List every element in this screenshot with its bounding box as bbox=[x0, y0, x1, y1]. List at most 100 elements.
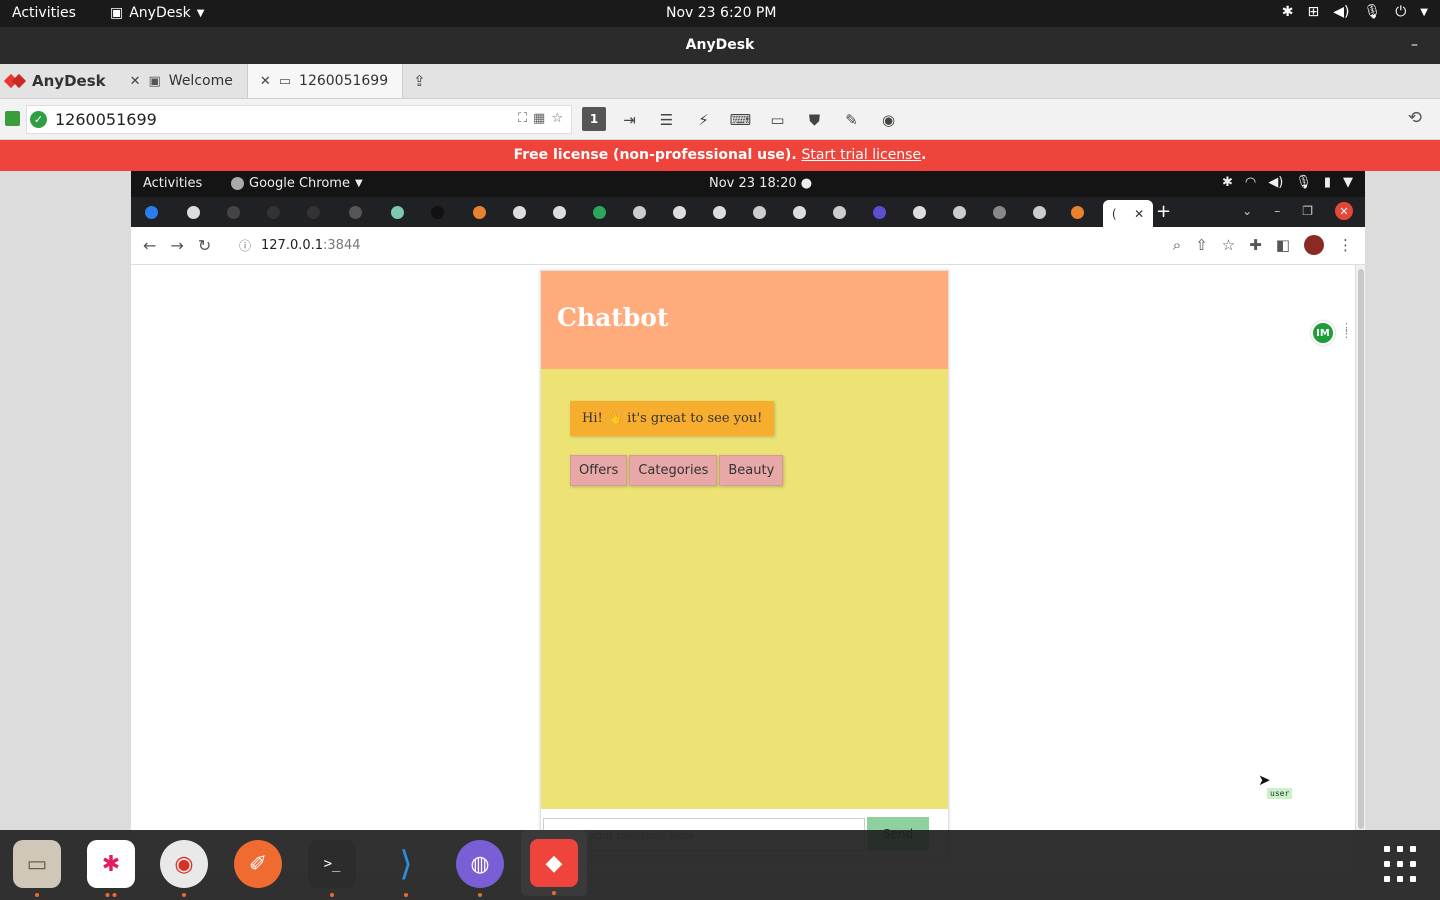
offers-button[interactable]: Offers bbox=[570, 455, 628, 486]
chrome-tab[interactable] bbox=[1071, 203, 1103, 221]
chrome-tab[interactable] bbox=[473, 203, 505, 221]
chrome-tab-active[interactable]: ( ✕ bbox=[1103, 200, 1153, 227]
share-icon[interactable]: ⇧ bbox=[1195, 236, 1208, 254]
chrome-tab[interactable] bbox=[953, 203, 985, 221]
remote-clock[interactable]: Nov 23 18:20 ● bbox=[709, 176, 812, 191]
chrome-tab[interactable] bbox=[227, 203, 259, 221]
minimize-icon[interactable]: – bbox=[1411, 27, 1418, 64]
start-trial-link[interactable]: Start trial license bbox=[802, 147, 922, 163]
side-panel-icon[interactable]: ◧ bbox=[1276, 236, 1290, 254]
slack-icon[interactable]: ✱ bbox=[87, 840, 135, 897]
site-info-icon[interactable]: ⓘ bbox=[239, 237, 251, 254]
postman-icon[interactable]: ✐ bbox=[234, 840, 282, 888]
slack-tray-icon[interactable]: ✱ bbox=[1282, 4, 1294, 20]
chrome-tab[interactable] bbox=[513, 203, 545, 221]
chrome-tab[interactable] bbox=[391, 203, 423, 221]
chrome-tab[interactable] bbox=[633, 203, 665, 221]
tab-session[interactable]: ✕ ▭ 1260051699 bbox=[246, 64, 404, 98]
extensions-icon[interactable]: ✚ bbox=[1249, 236, 1262, 254]
chrome-tab[interactable] bbox=[753, 203, 785, 221]
beauty-button[interactable]: Beauty bbox=[719, 455, 784, 486]
files-icon[interactable]: ▭ bbox=[13, 840, 61, 897]
system-tray[interactable]: ✱ ⊞ ◀) 🎙 ⏻ ▼ bbox=[1282, 4, 1428, 20]
anydesk-logo[interactable]: AnyDesk bbox=[0, 64, 118, 98]
chrome-tab[interactable] bbox=[267, 203, 299, 221]
activities-button[interactable]: Activities bbox=[12, 5, 76, 21]
reload-icon[interactable]: ↻ bbox=[198, 236, 211, 255]
tab-search-icon[interactable]: ⌄ bbox=[1242, 204, 1252, 218]
microphone-icon[interactable]: 🎙 bbox=[1295, 175, 1312, 190]
microphone-icon[interactable]: 🎙 bbox=[1363, 4, 1381, 20]
monitor-select-button[interactable]: 1 bbox=[582, 107, 606, 131]
power-icon[interactable]: ⏻ bbox=[1395, 4, 1406, 20]
chrome-tab[interactable] bbox=[833, 203, 865, 221]
zoom-icon[interactable]: ⌕ bbox=[1173, 236, 1181, 254]
chevron-down-icon[interactable]: ▼ bbox=[1343, 175, 1353, 190]
chrome-tab[interactable] bbox=[873, 203, 905, 221]
system-clock[interactable]: Nov 23 6:20 PM bbox=[666, 5, 776, 21]
remote-tray[interactable]: ✱ ◠ ◀) 🎙 ▮ ▼ bbox=[1222, 175, 1353, 190]
slack-tray-icon[interactable]: ✱ bbox=[1222, 175, 1233, 190]
tab-welcome[interactable]: ✕ ▣ Welcome bbox=[118, 64, 247, 98]
whiteboard-button[interactable]: ✎ bbox=[838, 106, 865, 133]
terminal-icon[interactable]: >_ bbox=[308, 840, 356, 897]
bookmark-star-icon[interactable]: ☆ bbox=[1222, 236, 1235, 254]
app-menu[interactable]: ▣ AnyDesk ▼ bbox=[110, 5, 204, 21]
wifi-icon[interactable]: ◠ bbox=[1245, 175, 1256, 190]
restore-icon[interactable]: ❐ bbox=[1302, 204, 1313, 218]
chrome-tab[interactable] bbox=[349, 203, 381, 221]
screenshot-icon[interactable]: ⛶ bbox=[518, 111, 527, 126]
vscode-icon[interactable]: ⟩ bbox=[382, 840, 430, 897]
volume-icon[interactable]: ◀) bbox=[1333, 4, 1349, 20]
history-icon[interactable]: ⟲ bbox=[1408, 108, 1422, 128]
anydesk-dock-icon[interactable]: ◆ bbox=[521, 830, 587, 896]
chrome-icon[interactable]: ◉ bbox=[160, 840, 208, 897]
file-transfer-button[interactable]: ⇥ bbox=[616, 106, 643, 133]
chat-button[interactable]: ☰ bbox=[653, 106, 680, 133]
chrome-tab[interactable] bbox=[553, 203, 585, 221]
im-extension-badge[interactable]: IM bbox=[1311, 321, 1335, 345]
forward-icon[interactable]: → bbox=[170, 236, 183, 255]
network-icon[interactable]: ⊞ bbox=[1307, 4, 1319, 20]
categories-button[interactable]: Categories bbox=[629, 455, 718, 486]
volume-icon[interactable]: ◀) bbox=[1268, 175, 1283, 190]
drag-handle-icon[interactable]: ⋮ ⋮ bbox=[1341, 322, 1352, 339]
chrome-tab[interactable] bbox=[431, 203, 463, 221]
scrollbar-thumb[interactable] bbox=[1358, 269, 1364, 829]
chrome-tab[interactable] bbox=[993, 203, 1025, 221]
menu-icon[interactable]: ⋮ bbox=[1338, 236, 1353, 254]
record-button[interactable]: ◉ bbox=[875, 106, 902, 133]
session-icon[interactable]: ▦ bbox=[533, 111, 545, 126]
browser-globe-icon[interactable]: ◍ bbox=[456, 840, 504, 897]
new-tab-button[interactable]: + bbox=[1156, 201, 1171, 222]
battery-icon[interactable]: ▮ bbox=[1324, 175, 1331, 190]
minimize-icon[interactable]: – bbox=[1274, 204, 1280, 218]
file-transfer-icon[interactable]: ⇪ bbox=[403, 64, 436, 98]
keyboard-button[interactable]: ⌨ bbox=[727, 106, 754, 133]
actions-button[interactable]: ⚡ bbox=[690, 106, 717, 133]
permissions-button[interactable]: ⛊ bbox=[801, 106, 828, 133]
chrome-tab[interactable] bbox=[713, 203, 745, 221]
close-window-icon[interactable]: ✕ bbox=[1335, 202, 1353, 220]
page-scrollbar[interactable] bbox=[1355, 265, 1365, 871]
chrome-tab[interactable] bbox=[1033, 203, 1065, 221]
display-button[interactable]: ▭ bbox=[764, 106, 791, 133]
back-icon[interactable]: ← bbox=[143, 236, 156, 255]
remote-app-menu[interactable]: Google Chrome ▼ bbox=[231, 176, 363, 191]
show-apps-icon[interactable] bbox=[1384, 846, 1422, 884]
close-icon[interactable]: ✕ bbox=[260, 74, 271, 89]
url-bar[interactable]: 127.0.0.1:3844 bbox=[261, 238, 361, 253]
address-field[interactable]: ✓ 1260051699 ⛶ ▦ ☆ bbox=[26, 105, 572, 134]
chrome-tab[interactable] bbox=[307, 203, 339, 221]
profile-avatar[interactable] bbox=[1304, 235, 1324, 255]
favorite-icon[interactable]: ☆ bbox=[551, 111, 563, 126]
remote-screen[interactable]: Activities Google Chrome ▼ Nov 23 18:20 … bbox=[131, 171, 1365, 871]
remote-activities[interactable]: Activities bbox=[143, 176, 202, 191]
chrome-tab[interactable] bbox=[913, 203, 945, 221]
chrome-tab[interactable] bbox=[673, 203, 705, 221]
chrome-tab[interactable] bbox=[187, 203, 219, 221]
chevron-down-icon[interactable]: ▼ bbox=[1420, 7, 1428, 18]
chrome-tab[interactable] bbox=[593, 203, 625, 221]
chrome-tab[interactable] bbox=[145, 203, 177, 221]
chrome-tab[interactable] bbox=[793, 203, 825, 221]
